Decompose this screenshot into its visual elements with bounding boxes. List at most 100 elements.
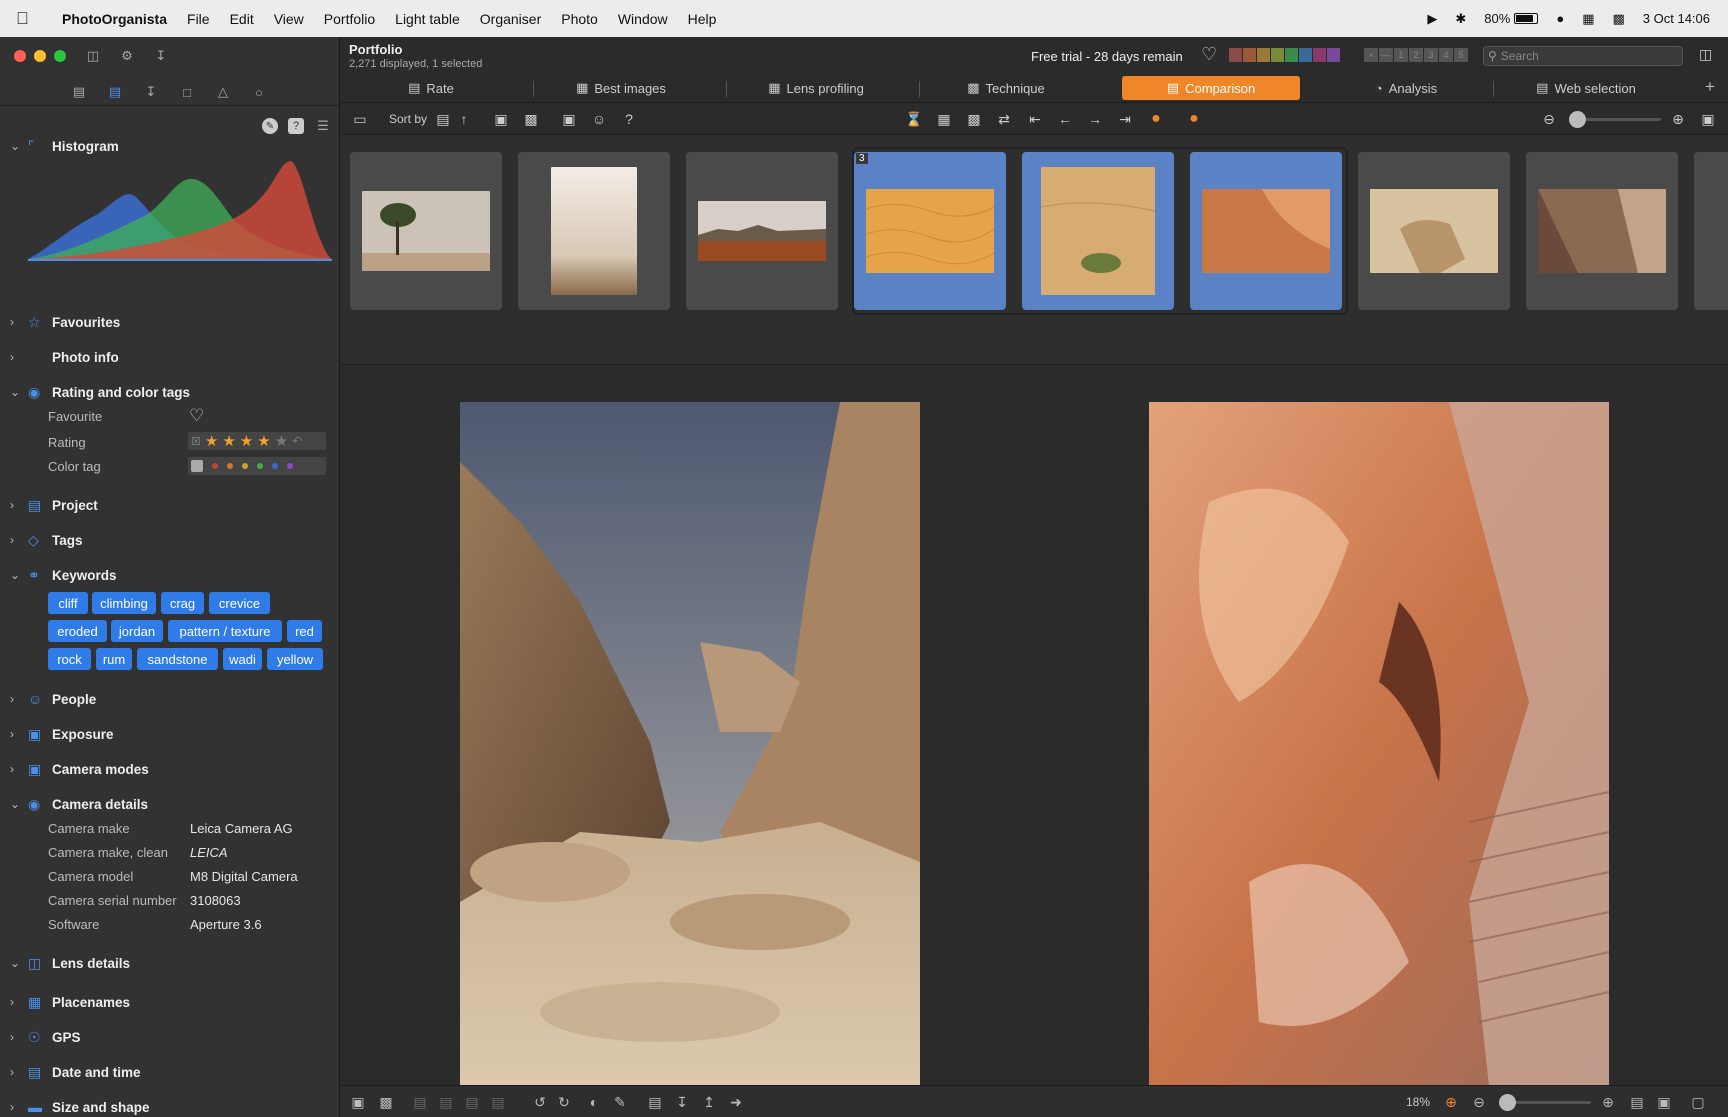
edit-icon[interactable]: ✎ xyxy=(262,118,278,134)
minimize-button[interactable] xyxy=(34,50,46,62)
sidebar-toggle-icon[interactable]: ◫ xyxy=(84,47,102,65)
keyword-crevice[interactable]: crevice xyxy=(209,592,270,614)
tab-web-selection[interactable]: ▤ Web selection xyxy=(1501,76,1671,100)
keyword-crag[interactable]: crag xyxy=(161,592,204,614)
shuffle-icon[interactable]: ⇄ xyxy=(995,110,1013,128)
circle-icon[interactable]: ○ xyxy=(250,83,268,101)
color-filter-swatches[interactable] xyxy=(1229,48,1340,62)
adjust-icon[interactable]: ◐ xyxy=(585,1093,603,1111)
color-filter-swatch[interactable] xyxy=(1327,48,1340,62)
menu-photo[interactable]: Photo xyxy=(561,11,598,27)
rating-filter-box[interactable]: 3 xyxy=(1424,48,1438,62)
trial-notice[interactable]: Free trial - 28 days remain xyxy=(1031,49,1183,64)
search-field[interactable]: ⚲ Search xyxy=(1483,46,1683,66)
face-icon[interactable]: ☺ xyxy=(590,110,608,128)
section-histogram[interactable]: ⌄ ⌜ Histogram xyxy=(0,133,339,159)
battery-icon[interactable] xyxy=(1514,13,1539,24)
document-icon[interactable]: ▤ xyxy=(646,1093,664,1111)
keyword-red[interactable]: red xyxy=(287,620,322,642)
color-filter-swatch[interactable] xyxy=(1257,48,1270,62)
info-panel-icon[interactable]: ▤ xyxy=(1628,1093,1646,1111)
zoom-in-icon[interactable]: ⊕ xyxy=(1599,1093,1617,1111)
keyword-pattern-texture[interactable]: pattern / texture xyxy=(168,620,282,642)
menu-light-table[interactable]: Light table xyxy=(395,11,460,27)
menu-window[interactable]: Window xyxy=(618,11,668,27)
rotate-right-icon[interactable]: ↻ xyxy=(555,1093,573,1111)
forward-icon[interactable]: ➜ xyxy=(727,1093,745,1111)
rating-filter-box[interactable]: — xyxy=(1379,48,1393,62)
rating-filter[interactable]: × —1 2 3 4 5 xyxy=(1364,48,1468,62)
rotate-left-icon[interactable]: ↺ xyxy=(531,1093,549,1111)
previous-icon[interactable]: ← xyxy=(1056,110,1074,128)
section-people[interactable]: › ☺ People xyxy=(0,686,339,712)
slider-thumb[interactable] xyxy=(1569,111,1586,128)
color-filter-swatch[interactable] xyxy=(1313,48,1326,62)
tab-best-images[interactable]: ▦ Best images xyxy=(541,76,701,100)
section-lens-details[interactable]: ⌄ ◫ Lens details xyxy=(0,950,339,976)
color-dot-green[interactable] xyxy=(257,463,263,469)
trash-icon[interactable]: ▣ xyxy=(349,1093,367,1111)
color-dot-red[interactable] xyxy=(212,463,218,469)
import-icon[interactable]: ↧ xyxy=(152,47,170,65)
sort-ascending-icon[interactable]: ↑ xyxy=(455,110,473,128)
book-icon[interactable]: □ xyxy=(178,83,196,101)
rating-filter-box[interactable]: 2 xyxy=(1409,48,1423,62)
zoom-in-icon[interactable]: ⊕ xyxy=(1669,110,1687,128)
rating-filter-box[interactable]: 1 xyxy=(1394,48,1408,62)
stack-2-icon[interactable]: ▤ xyxy=(437,1093,455,1111)
section-size-shape[interactable]: › ▬ Size and shape xyxy=(0,1094,339,1117)
gear-icon[interactable]: ⚙ xyxy=(118,47,136,65)
thumbnail-size-slider[interactable] xyxy=(1569,111,1661,128)
hourglass-icon[interactable]: ⌛ xyxy=(905,110,923,128)
fullscreen-icon[interactable]: ▢ xyxy=(1689,1093,1707,1111)
color-filter-swatch[interactable] xyxy=(1285,48,1298,62)
view-mode-icon[interactable]: ▭ xyxy=(351,110,369,128)
fit-window-icon[interactable]: ▣ xyxy=(1655,1093,1673,1111)
color-filter-swatch[interactable] xyxy=(1243,48,1256,62)
menu-help[interactable]: Help xyxy=(688,11,717,27)
undo-icon[interactable]: ↶ xyxy=(292,434,302,448)
lock-icon[interactable]: ▣ xyxy=(560,110,578,128)
color-tag-picker[interactable] xyxy=(188,457,326,475)
images-stack-icon[interactable]: ▩ xyxy=(522,110,540,128)
question-icon[interactable]: ? xyxy=(620,110,638,128)
star-4[interactable]: ★ xyxy=(257,432,270,450)
color-filter-swatch[interactable] xyxy=(1299,48,1312,62)
record-icon[interactable]: ● xyxy=(1185,110,1203,128)
section-project[interactable]: › ▤ Project xyxy=(0,492,339,518)
zoom-fit-icon[interactable]: ⊕ xyxy=(1442,1093,1460,1111)
section-photo-info[interactable]: › Photo info xyxy=(0,344,339,370)
heart-icon[interactable]: ♡ xyxy=(189,406,204,426)
tab-comparison[interactable]: ▤ Comparison xyxy=(1122,76,1300,100)
section-date-time[interactable]: › ▤ Date and time xyxy=(0,1059,339,1085)
keyword-jordan[interactable]: jordan xyxy=(111,620,163,642)
color-dot-orange[interactable] xyxy=(227,463,233,469)
panel-toggle-icon[interactable]: ◫ xyxy=(1699,46,1712,63)
stack-3-icon[interactable]: ▤ xyxy=(463,1093,481,1111)
apple-icon[interactable]:  xyxy=(16,9,42,29)
grid-large-icon[interactable]: ▩ xyxy=(965,110,983,128)
grid-small-icon[interactable]: ▦ xyxy=(935,110,953,128)
keyword-climbing[interactable]: climbing xyxy=(92,592,156,614)
section-placenames[interactable]: › ▦ Placenames xyxy=(0,989,339,1015)
comparison-image-left[interactable] xyxy=(460,402,920,1086)
zoom-button[interactable] xyxy=(54,50,66,62)
star-3[interactable]: ★ xyxy=(240,432,253,450)
thumb-red-dune[interactable] xyxy=(1190,152,1342,310)
keyword-rum[interactable]: rum xyxy=(96,648,132,670)
keyword-cliff[interactable]: cliff xyxy=(48,592,88,614)
color-dot-blue[interactable] xyxy=(272,463,278,469)
rating-filter-box[interactable]: × xyxy=(1364,48,1378,62)
tab-lens-profiling[interactable]: ▦ Lens profiling xyxy=(731,76,901,100)
menu-organiser[interactable]: Organiser xyxy=(480,11,541,27)
section-camera-modes[interactable]: › ▣ Camera modes xyxy=(0,756,339,782)
user-icon[interactable]: ● xyxy=(1556,11,1564,26)
help-icon[interactable]: ? xyxy=(288,118,304,134)
close-button[interactable] xyxy=(14,50,26,62)
rating-filter-box[interactable]: 5 xyxy=(1454,48,1468,62)
star-1[interactable]: ★ xyxy=(205,432,218,450)
section-camera-details[interactable]: ⌄ ◉ Camera details xyxy=(0,791,339,817)
tab-technique[interactable]: ▩ Technique xyxy=(921,76,1091,100)
keyboard-icon[interactable]: ▦ xyxy=(1582,11,1594,27)
menu-view[interactable]: View xyxy=(274,11,304,27)
